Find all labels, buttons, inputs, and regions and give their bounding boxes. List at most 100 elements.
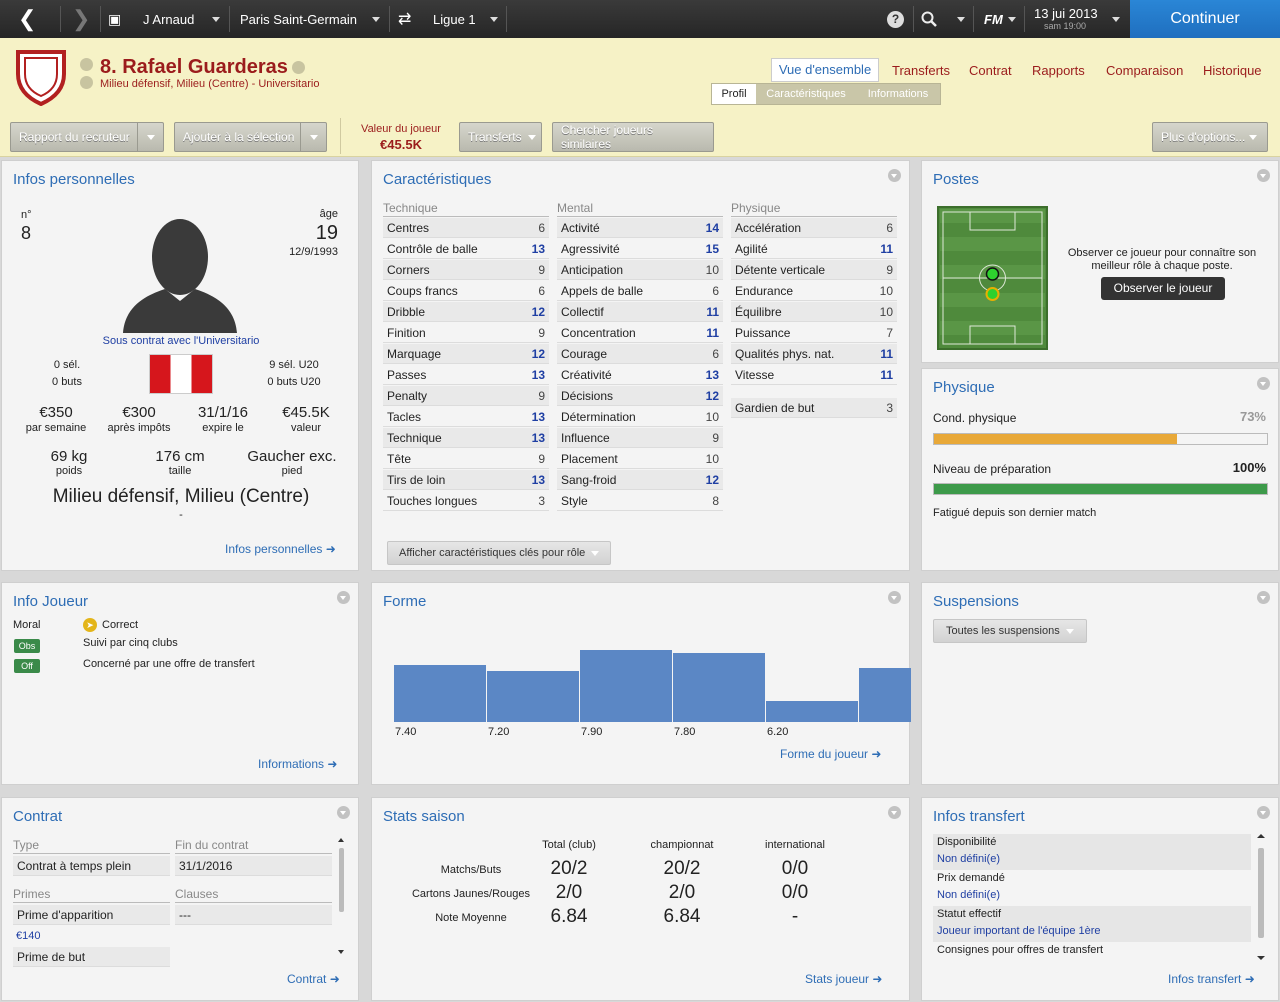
add-selection-button[interactable]: Ajouter à la sélection — [174, 122, 327, 152]
attribute-value: 9 — [538, 325, 545, 340]
scout-player-button[interactable]: Observer le joueur — [1101, 277, 1225, 300]
tab-comparison[interactable]: Comparaison — [1106, 63, 1183, 78]
transfer-scrollbar[interactable] — [1257, 834, 1265, 960]
attribute-name: Qualités phys. nat. — [735, 346, 835, 361]
attribute-row: Tacles 13 — [383, 407, 549, 427]
weight-value: 69 kg — [50, 448, 88, 465]
tab-transfers[interactable]: Transferts — [892, 63, 950, 78]
add-selection-dropdown-icon[interactable] — [300, 123, 326, 151]
search-dropdown-icon[interactable] — [957, 0, 965, 38]
contract-panel-menu-icon[interactable] — [337, 806, 350, 819]
search-icon[interactable] — [921, 0, 937, 38]
subtab-information[interactable]: Informations — [858, 84, 938, 104]
attribute-value: 12 — [531, 304, 545, 319]
player-form-link[interactable]: Forme du joueur ➜ — [780, 747, 881, 761]
attribute-value: 13 — [531, 367, 545, 382]
player-info-title: Info Joueur — [13, 593, 89, 610]
forward-icon[interactable]: ❯ — [72, 0, 90, 38]
manager-dropdown-icon[interactable] — [212, 0, 220, 38]
fm-dropdown-icon[interactable] — [1008, 0, 1016, 38]
condition-value: 73% — [1239, 409, 1266, 424]
tab-history[interactable]: Historique — [1203, 63, 1262, 78]
fatigue-note: Fatigué depuis son dernier match — [933, 507, 1097, 519]
goal-bonus: Prime de but — [13, 947, 170, 967]
contract-end: 31/1/2016 — [175, 856, 332, 876]
player-stats-link-label: Stats joueur — [805, 972, 870, 986]
tab-overview[interactable]: Vue d'ensemble — [771, 58, 879, 82]
physical-panel-menu-icon[interactable] — [1257, 377, 1270, 390]
attribute-name: Dribble — [387, 304, 426, 319]
transfers-button[interactable]: Transferts — [459, 122, 542, 152]
car-icon[interactable]: ▣ — [108, 0, 121, 38]
key-attributes-button[interactable]: Afficher caractéristiques clés pour rôle — [387, 541, 612, 565]
club-menu[interactable]: Paris Saint-Germain — [240, 0, 357, 38]
contract-note[interactable]: Sous contrat avec l'Universitario — [2, 335, 360, 347]
personal-info-link[interactable]: Infos personnelles ➜ — [225, 542, 336, 556]
value-label: Valeur du joueur — [361, 123, 441, 135]
information-link-label: Informations — [258, 757, 325, 771]
attribute-value: 9 — [886, 262, 893, 277]
transfer-info-link[interactable]: Infos transfert ➜ — [1168, 972, 1255, 986]
contract-type-header: Type — [13, 838, 170, 854]
tab-reports[interactable]: Rapports — [1032, 63, 1085, 78]
scout-report-button[interactable]: Rapport du recruteur — [10, 122, 164, 152]
tab-contract[interactable]: Contrat — [969, 63, 1012, 78]
key-attributes-label: Afficher caractéristiques clés pour rôle — [399, 547, 586, 559]
transfer-row-value: Non défini(e) — [937, 853, 1000, 865]
player-menu-icon[interactable] — [292, 61, 305, 74]
prev-player-icon[interactable] — [80, 58, 93, 71]
fm-menu[interactable]: FM — [984, 0, 1003, 38]
attribute-value: 10 — [705, 451, 719, 466]
find-similar-button[interactable]: Chercher joueurs similaires — [552, 122, 714, 152]
condition-bar-fill — [934, 434, 1178, 444]
season-stats-panel-menu-icon[interactable] — [888, 806, 901, 819]
swap-icon[interactable]: ⇄ — [398, 0, 411, 38]
player-stats-link[interactable]: Stats joueur ➜ — [805, 972, 882, 986]
scout-report-dropdown-icon[interactable] — [137, 123, 163, 151]
form-bar — [766, 701, 858, 722]
attribute-name: Passes — [387, 367, 427, 382]
player-silhouette-icon — [115, 209, 245, 336]
attribute-row: Détente verticale 9 — [731, 260, 897, 280]
information-link[interactable]: Informations ➜ — [258, 757, 337, 771]
offer-badge: Off — [14, 659, 40, 673]
more-options-button[interactable]: Plus d'options... — [1152, 122, 1268, 152]
subtab-attributes[interactable]: Caractéristiques — [758, 84, 854, 104]
contract-type-value: Contrat à temps plein — [17, 858, 132, 873]
season-stat-value: 2/0 — [668, 882, 696, 903]
league-menu[interactable]: Ligue 1 — [433, 0, 476, 38]
number-label: n° — [21, 209, 32, 221]
transfer-info-panel: Infos transfert Disponibilité Non défini(… — [921, 797, 1279, 1001]
back-icon[interactable]: ❮ — [18, 0, 36, 38]
player-info-panel-menu-icon[interactable] — [337, 591, 350, 604]
suspensions-panel-menu-icon[interactable] — [1257, 591, 1270, 604]
all-suspensions-button[interactable]: Toutes les suspensions — [933, 619, 1087, 643]
attribute-row: Accélération 6 — [731, 218, 897, 238]
continue-button[interactable]: Continuer — [1130, 0, 1280, 38]
attribute-row: Coups francs 6 — [383, 281, 549, 301]
positions-panel-menu-icon[interactable] — [1257, 169, 1270, 182]
attribute-value: 3 — [886, 400, 893, 415]
attribute-row: Agilité 11 — [731, 239, 897, 259]
league-dropdown-icon[interactable] — [490, 0, 498, 38]
attribute-name: Agressivité — [561, 241, 620, 256]
transfer-row-value: Non défini(e) — [937, 889, 1000, 901]
form-bar-label: 7.80 — [674, 726, 695, 738]
attribute-name: Coups francs — [387, 283, 458, 298]
help-icon[interactable]: ? — [887, 0, 904, 38]
date-dropdown-icon[interactable] — [1112, 0, 1120, 38]
contract-link[interactable]: Contrat ➜ — [287, 972, 340, 986]
transfer-info-panel-menu-icon[interactable] — [1257, 806, 1270, 819]
morale-label: Moral — [13, 619, 41, 631]
contract-scrollbar[interactable] — [338, 838, 345, 954]
attribute-value: 6 — [712, 283, 719, 298]
attribute-value: 15 — [705, 241, 719, 256]
player-header: 8. Rafael Guarderas Milieu défensif, Mil… — [0, 38, 1280, 157]
attributes-panel-menu-icon[interactable] — [888, 169, 901, 182]
attribute-name: Influence — [561, 430, 610, 445]
manager-menu[interactable]: J Arnaud — [143, 0, 194, 38]
attribute-row: Placement 10 — [557, 449, 723, 469]
club-dropdown-icon[interactable] — [372, 0, 380, 38]
subtab-profile[interactable]: Profil — [712, 84, 756, 104]
next-player-icon[interactable] — [80, 76, 93, 89]
